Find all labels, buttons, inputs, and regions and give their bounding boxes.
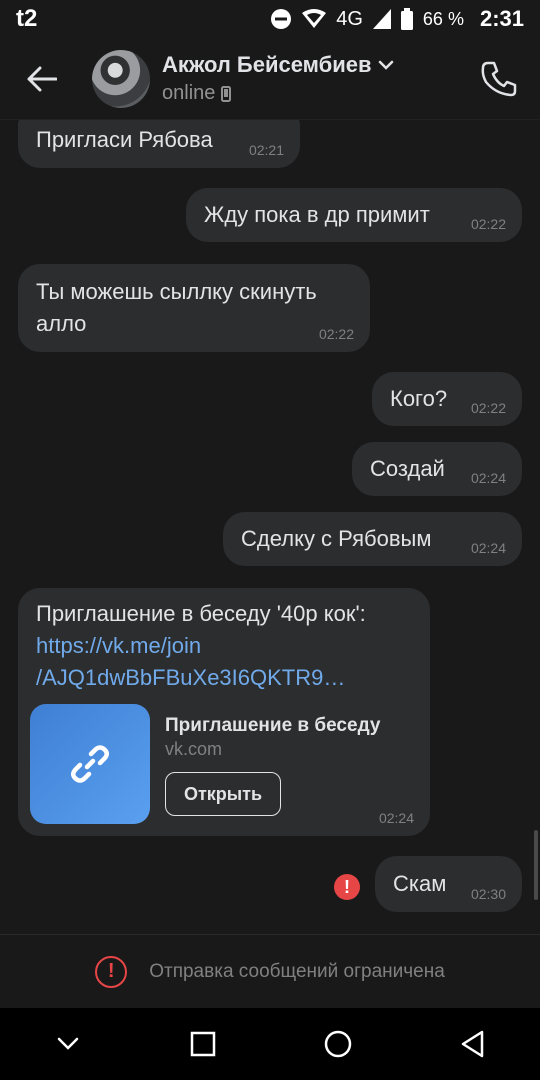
message-outgoing[interactable]: Создай 02:24 [352, 442, 522, 496]
invite-link[interactable]: https://vk.me/join /AJQ1dwBbFBuXe3I6QKTR… [36, 630, 412, 694]
message-time: 02:22 [470, 216, 506, 232]
nav-back-button[interactable] [443, 1014, 503, 1074]
message-outgoing[interactable]: Кого? 02:22 [372, 372, 522, 426]
message-incoming[interactable]: Ты можешь сыллку скинуть алло 02:22 [18, 264, 370, 352]
dnd-icon [271, 9, 292, 29]
circle-icon [324, 1030, 351, 1058]
message-text: Жду пока в др примит [204, 202, 430, 227]
restriction-bar: ! Отправка сообщений ограничена [0, 934, 540, 1008]
status-icons: 4G 66 % 2:31 [270, 6, 524, 32]
message-outgoing[interactable]: Скам 02:30 [375, 856, 522, 912]
network-type: 4G [336, 7, 363, 30]
invite-title: Приглашение в беседу '40р кок': [36, 601, 366, 626]
message-time: 02:22 [318, 326, 354, 342]
send-error-icon[interactable]: ! [334, 874, 360, 900]
link-attachment[interactable]: Приглашение в беседу vk.com Открыть [30, 704, 416, 824]
back-button[interactable] [12, 49, 72, 109]
message-invite[interactable]: Приглашение в беседу '40р кок': https://… [18, 588, 430, 836]
call-button[interactable] [478, 58, 520, 100]
nav-home-button[interactable] [308, 1014, 368, 1074]
message-text: Ты можешь сыллку скинуть алло [36, 279, 317, 336]
message-time: 02:22 [470, 400, 506, 416]
contact-name: Акжол Бейсембиев [162, 52, 372, 77]
open-button[interactable]: Открыть [165, 772, 281, 816]
nav-recents-button[interactable] [173, 1014, 233, 1074]
signal-icon [372, 9, 391, 29]
message-outgoing[interactable]: Жду пока в др примит 02:22 [186, 188, 522, 242]
link-icon [71, 745, 109, 783]
attachment-thumbnail [30, 704, 150, 824]
message-time: 02:30 [470, 886, 506, 902]
message-outgoing[interactable]: Сделку с Рябовым 02:24 [223, 512, 522, 566]
triangle-back-icon [461, 1030, 483, 1058]
battery-icon [400, 8, 413, 30]
message-text: Пригласи Рябова [36, 127, 213, 152]
avatar[interactable] [92, 49, 150, 108]
attachment-domain: vk.com [165, 739, 223, 759]
wifi-icon [302, 9, 327, 28]
scrollbar[interactable] [534, 830, 538, 900]
invite-link-line: https://vk.me/join [36, 633, 202, 658]
attachment-title: Приглашение в беседу [165, 715, 381, 736]
chat-header: Акжол Бейсембиев online [0, 38, 540, 120]
message-time: 02:24 [470, 470, 506, 486]
chevron-down-icon [57, 1037, 78, 1050]
status-bar: t2 4G 66 % 2:31 [0, 0, 540, 38]
system-nav-bar [0, 1008, 540, 1080]
message-text: Скам [393, 871, 447, 896]
contact-info[interactable]: Акжол Бейсембиев online [162, 52, 394, 105]
message-text: Сделку с Рябовым [241, 526, 432, 551]
message-time: 02:24 [470, 540, 506, 556]
message-time: 02:21 [248, 142, 284, 158]
message-list[interactable]: Пригласи Рябова 02:21 Жду пока в др прим… [0, 120, 540, 934]
message-text: Кого? [390, 386, 448, 411]
warning-icon: ! [95, 955, 128, 988]
restriction-text: Отправка сообщений ограничена [149, 960, 445, 982]
arrow-left-icon [27, 66, 57, 91]
square-icon [190, 1031, 215, 1057]
mobile-device-icon [221, 85, 232, 102]
message-time: 02:24 [378, 810, 414, 826]
message-incoming[interactable]: Пригласи Рябова 02:21 [18, 120, 300, 168]
carrier-label: t2 [16, 5, 38, 32]
battery-percent: 66 % [422, 8, 464, 29]
online-status: online [162, 82, 216, 104]
phone-icon [481, 61, 517, 97]
nav-hide-keyboard-button[interactable] [38, 1014, 98, 1074]
chevron-down-icon [378, 60, 393, 70]
message-text: Создай [370, 456, 445, 481]
invite-link-line: /AJQ1dwBbFBuXe3I6QKTR9… [36, 665, 346, 690]
clock: 2:31 [479, 6, 524, 31]
